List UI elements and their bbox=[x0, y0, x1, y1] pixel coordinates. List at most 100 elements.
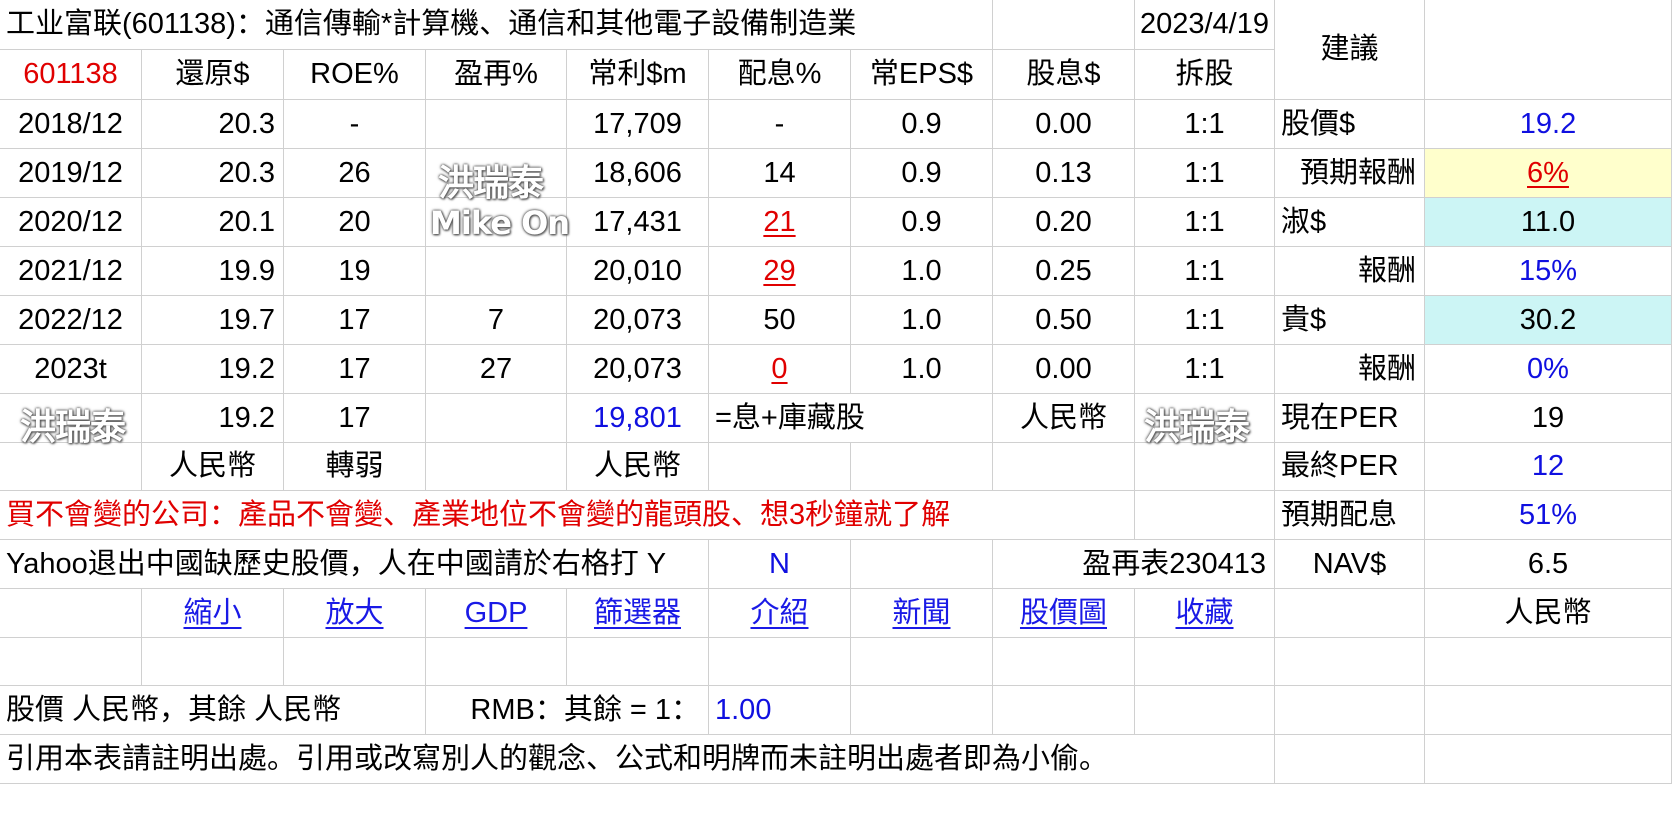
sheet-title-text: 工业富联(601138)：通信傳輸*計算機、通信和其他電子設備制造業 bbox=[6, 8, 857, 40]
restored-price-cell-text: 20.3 bbox=[218, 156, 275, 189]
side-current-per-label: 現在PER bbox=[1275, 394, 1425, 443]
payout-cell: 21 bbox=[709, 198, 851, 247]
side-cheap-return-value: 15% bbox=[1425, 247, 1672, 296]
split-cell-text: 1:1 bbox=[1184, 205, 1225, 238]
empty-cell bbox=[1425, 735, 1672, 784]
zoom-in-link[interactable]: 放大 bbox=[284, 589, 426, 638]
sheet-title: 工业富联(601138)：通信傳輸*計算機、通信和其他電子設備制造業 bbox=[0, 0, 993, 50]
eps-cell-text: 1.0 bbox=[901, 352, 942, 385]
dividend-header: 股息$ bbox=[993, 50, 1135, 100]
yahoo-input[interactable]: N bbox=[709, 540, 851, 589]
empty-cell bbox=[426, 638, 567, 686]
price-chart-link[interactable]: 股價圖 bbox=[993, 589, 1135, 638]
favorite-link[interactable]: 收藏 bbox=[1135, 589, 1275, 638]
side-expected-return-label: 預期報酬 bbox=[1275, 149, 1425, 198]
intro-link-text[interactable]: 介紹 bbox=[750, 598, 808, 628]
unit-profit-text: 人民幣 bbox=[593, 450, 681, 482]
empty-cell bbox=[709, 443, 851, 491]
summary-currency-text: 人民幣 bbox=[1019, 401, 1107, 434]
roe-cell-text: 17 bbox=[338, 352, 371, 385]
zoom-out-link[interactable]: 縮小 bbox=[142, 589, 284, 638]
watermark-cell bbox=[0, 394, 142, 443]
fx-value[interactable]: 1.00 bbox=[709, 686, 851, 735]
side-currency-label-label bbox=[1275, 589, 1425, 638]
split-cell-text: 1:1 bbox=[1184, 107, 1225, 140]
zoom-out-link-text[interactable]: 縮小 bbox=[183, 598, 241, 628]
news-link-text[interactable]: 新聞 bbox=[892, 598, 950, 628]
eps-cell: 0.9 bbox=[851, 149, 993, 198]
eps-header: 常EPS$ bbox=[851, 50, 993, 100]
screener-link[interactable]: 篩選器 bbox=[567, 589, 709, 638]
favorite-link-text[interactable]: 收藏 bbox=[1175, 598, 1233, 628]
price-chart-link-text[interactable]: 股價圖 bbox=[1020, 598, 1107, 628]
restored-price-cell-text: 19.2 bbox=[218, 352, 275, 385]
side-final-per-label: 最終PER bbox=[1275, 443, 1425, 491]
side-current-per-value-text: 19 bbox=[1531, 401, 1565, 434]
news-link[interactable]: 新聞 bbox=[851, 589, 993, 638]
payout-header: 配息% bbox=[709, 50, 851, 100]
split-cell: 1:1 bbox=[1135, 198, 1275, 247]
slogan: 買不會變的公司：產品不會變、產業地位不會變的龍頭股、想3秒鐘就了解 bbox=[0, 491, 1135, 540]
dividend-cell-text: 0.13 bbox=[1035, 156, 1092, 189]
roe-cell-text: 17 bbox=[338, 303, 371, 336]
yahoo-input-text[interactable]: N bbox=[769, 549, 790, 579]
side-expected-payout-value-text: 51% bbox=[1518, 498, 1578, 531]
roe-cell-text: 19 bbox=[338, 254, 371, 287]
split-cell: 1:1 bbox=[1135, 100, 1275, 149]
split-cell-text: 1:1 bbox=[1184, 303, 1225, 336]
split-header-text: 拆股 bbox=[1175, 58, 1234, 90]
summary-profit-text: 19,801 bbox=[593, 401, 682, 434]
gdp-link[interactable]: GDP bbox=[426, 589, 567, 638]
payout-cell-text: - bbox=[774, 107, 785, 140]
side-expected-payout-label: 預期配息 bbox=[1275, 491, 1425, 540]
gdp-link-text[interactable]: GDP bbox=[465, 598, 528, 628]
roe-header: ROE% bbox=[284, 50, 426, 100]
year-cell-text: 2020/12 bbox=[18, 205, 123, 238]
report-date: 2023/4/19 bbox=[1135, 0, 1275, 50]
restored-price-cell-text: 20.3 bbox=[218, 107, 275, 140]
profit-header-text: 常利$m bbox=[588, 58, 687, 90]
side-expensive-return-label-text: 報酬 bbox=[1357, 352, 1416, 385]
empty-cell bbox=[567, 638, 709, 686]
side-price-label-text: 股價$ bbox=[1281, 107, 1356, 140]
intro-link[interactable]: 介紹 bbox=[709, 589, 851, 638]
dividend-cell-text: 0.00 bbox=[1035, 352, 1092, 385]
profit-cell: 20,010 bbox=[567, 247, 709, 296]
empty-cell bbox=[993, 0, 1135, 50]
profit-cell-text: 18,606 bbox=[593, 156, 682, 189]
fx-label-text: RMB：其餘 = 1： bbox=[470, 693, 700, 726]
screener-link-text[interactable]: 篩選器 bbox=[594, 598, 681, 628]
empty-cell bbox=[993, 443, 1135, 491]
dividend-cell-text: 0.20 bbox=[1035, 205, 1092, 238]
summary-currency: 人民幣 bbox=[993, 394, 1135, 443]
eps-cell: 0.9 bbox=[851, 198, 993, 247]
empty-cell bbox=[1135, 686, 1275, 735]
watermark-cell-2 bbox=[1135, 394, 1275, 443]
side-nav-label: NAV$ bbox=[1275, 540, 1425, 589]
side-final-per-value: 12 bbox=[1425, 443, 1672, 491]
side-cheap-price-label: 淑$ bbox=[1275, 198, 1425, 247]
side-final-per-value-text: 12 bbox=[1531, 450, 1565, 482]
side-cheap-price-value: 11.0 bbox=[1425, 198, 1672, 247]
restored-price-cell: 19.2 bbox=[142, 345, 284, 394]
payout-header-text: 配息% bbox=[737, 58, 822, 90]
profit-cell-text: 20,073 bbox=[593, 352, 682, 385]
roe-header-text: ROE% bbox=[310, 58, 399, 90]
restored-price-cell: 20.3 bbox=[142, 149, 284, 198]
restored-price-cell: 20.3 bbox=[142, 100, 284, 149]
side-cheap-return-label: 報酬 bbox=[1275, 247, 1425, 296]
side-cheap-return-label-text: 報酬 bbox=[1357, 254, 1416, 287]
empty-cell bbox=[1135, 491, 1275, 540]
empty-cell bbox=[851, 540, 993, 589]
footer-note-text: 引用本表請註明出處。引用或改寫別人的觀念、公式和明牌而未註明出處者即為小偷。 bbox=[6, 742, 1109, 775]
side-expensive-price-label-text: 貴$ bbox=[1281, 303, 1327, 336]
roe-cell: 20 bbox=[284, 198, 426, 247]
empty-cell bbox=[1135, 443, 1275, 491]
dividend-cell-text: 0.25 bbox=[1035, 254, 1092, 287]
empty-cell bbox=[851, 443, 993, 491]
zoom-in-link-text[interactable]: 放大 bbox=[325, 598, 383, 628]
roe-cell: - bbox=[284, 100, 426, 149]
fx-value-text[interactable]: 1.00 bbox=[715, 695, 771, 725]
dividend-cell: 0.20 bbox=[993, 198, 1135, 247]
summary-restored-price-text: 19.2 bbox=[218, 401, 275, 434]
